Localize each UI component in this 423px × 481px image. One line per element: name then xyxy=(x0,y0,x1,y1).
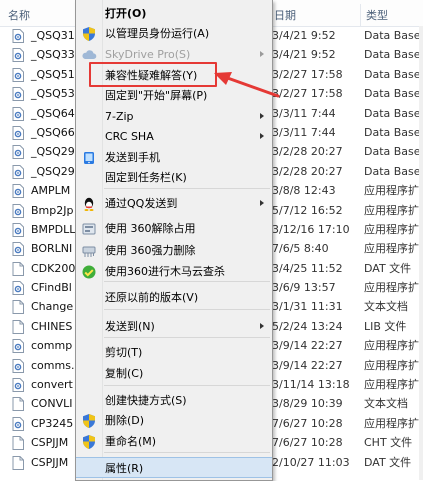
annotation-arrow xyxy=(214,72,280,98)
